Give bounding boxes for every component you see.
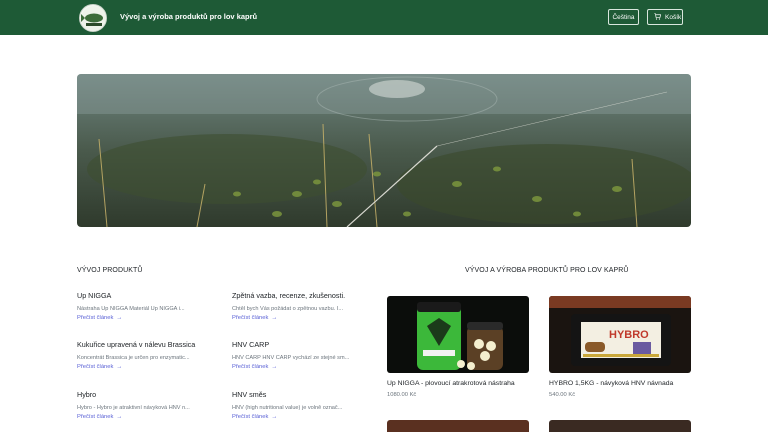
product-price: 1080.00 Kč [387,392,417,398]
product-image[interactable]: HYBRO [549,296,691,373]
arrow-right-icon: → [271,364,278,370]
article-card: Kukuřice upravená v nálevu Brassica Konc… [77,340,207,370]
read-article-link[interactable]: Přečíst článek → [77,414,207,420]
read-article-link[interactable]: Přečíst článek → [77,364,207,370]
product-label-text: HYBRO [609,329,649,341]
article-title[interactable]: Hybro [77,390,207,399]
product-card[interactable]: HYBRO HYBRO 1,5KG - návyková HNV návnada… [549,296,691,398]
language-button[interactable]: Čeština [608,9,639,25]
product-price: 540.00 Kč [549,392,576,398]
arrow-right-icon: → [116,364,123,370]
product-image[interactable] [387,296,529,373]
read-article-label: Přečíst článek [77,364,114,370]
cart-button[interactable]: Košík [647,9,683,25]
product-image-partial[interactable] [549,420,691,432]
read-article-link[interactable]: Přečíst článek → [232,315,362,321]
read-article-label: Přečíst článek [232,364,269,370]
article-excerpt: Chtěl bych Vás požádat o zpětnou vazbu. … [232,306,344,312]
read-article-label: Přečíst článek [232,315,269,321]
arrow-right-icon: → [271,315,278,321]
hero-image [77,74,691,227]
article-excerpt: HNV CARP HNV CARP vychází ze stejné sm..… [232,355,350,361]
article-title[interactable]: Zpětná vazba, recenze, zkušenosti. [232,291,362,300]
top-navbar: Vývoj a výroba produktů pro lov kaprů Če… [0,0,768,35]
article-card: Hybro Hybro - Hybro je atraktivní návyko… [77,390,207,420]
article-title[interactable]: Up NIGGA [77,291,207,300]
arrow-right-icon: → [271,414,278,420]
brand-logo[interactable] [79,4,107,32]
product-name[interactable]: HYBRO 1,5KG - návyková HNV návnada [549,380,691,387]
article-excerpt: Hybro - Hybro je atraktivní návyková HNV… [77,405,190,411]
read-article-link[interactable]: Přečíst článek → [232,414,362,420]
product-card[interactable]: Up NIGGA - plovoucí atrakrotová nástraha… [387,296,529,398]
products-section-title: VÝVOJ A VÝROBA PRODUKTŮ PRO LOV KAPRŮ [465,267,629,274]
cart-label: Košík [665,13,682,21]
article-excerpt: Nástraha Up NIGGA Materiál Up NIGGA i... [77,306,185,312]
articles-section-title: VÝVOJ PRODUKTŮ [77,267,143,274]
arrow-right-icon: → [116,414,123,420]
brand-title[interactable]: Vývoj a výroba produktů pro lov kaprů [120,12,257,21]
article-excerpt: Koncentrát Brassica je určen pro enzymat… [77,355,190,361]
article-card: HNV CARP HNV CARP HNV CARP vychází ze st… [232,340,362,370]
article-card: Zpětná vazba, recenze, zkušenosti. Chtěl… [232,291,362,321]
read-article-link[interactable]: Přečíst článek → [77,315,207,321]
read-article-label: Přečíst článek [77,315,114,321]
article-excerpt: HNV (high nutritional value) je volně oz… [232,405,343,411]
article-title[interactable]: HNV CARP [232,340,362,349]
read-article-label: Přečíst článek [232,414,269,420]
article-title[interactable]: HNV směs [232,390,362,399]
read-article-link[interactable]: Přečíst článek → [232,364,362,370]
read-article-label: Přečíst článek [77,414,114,420]
product-image-partial[interactable] [387,420,529,432]
article-card: Up NIGGA Nástraha Up NIGGA Materiál Up N… [77,291,207,321]
product-name[interactable]: Up NIGGA - plovoucí atrakrotová nástraha [387,380,529,387]
language-label: Čeština [612,13,635,21]
cart-icon [654,12,662,22]
article-title[interactable]: Kukuřice upravená v nálevu Brassica [77,340,207,349]
arrow-right-icon: → [116,315,123,321]
article-card: HNV směs HNV (high nutritional value) je… [232,390,362,420]
